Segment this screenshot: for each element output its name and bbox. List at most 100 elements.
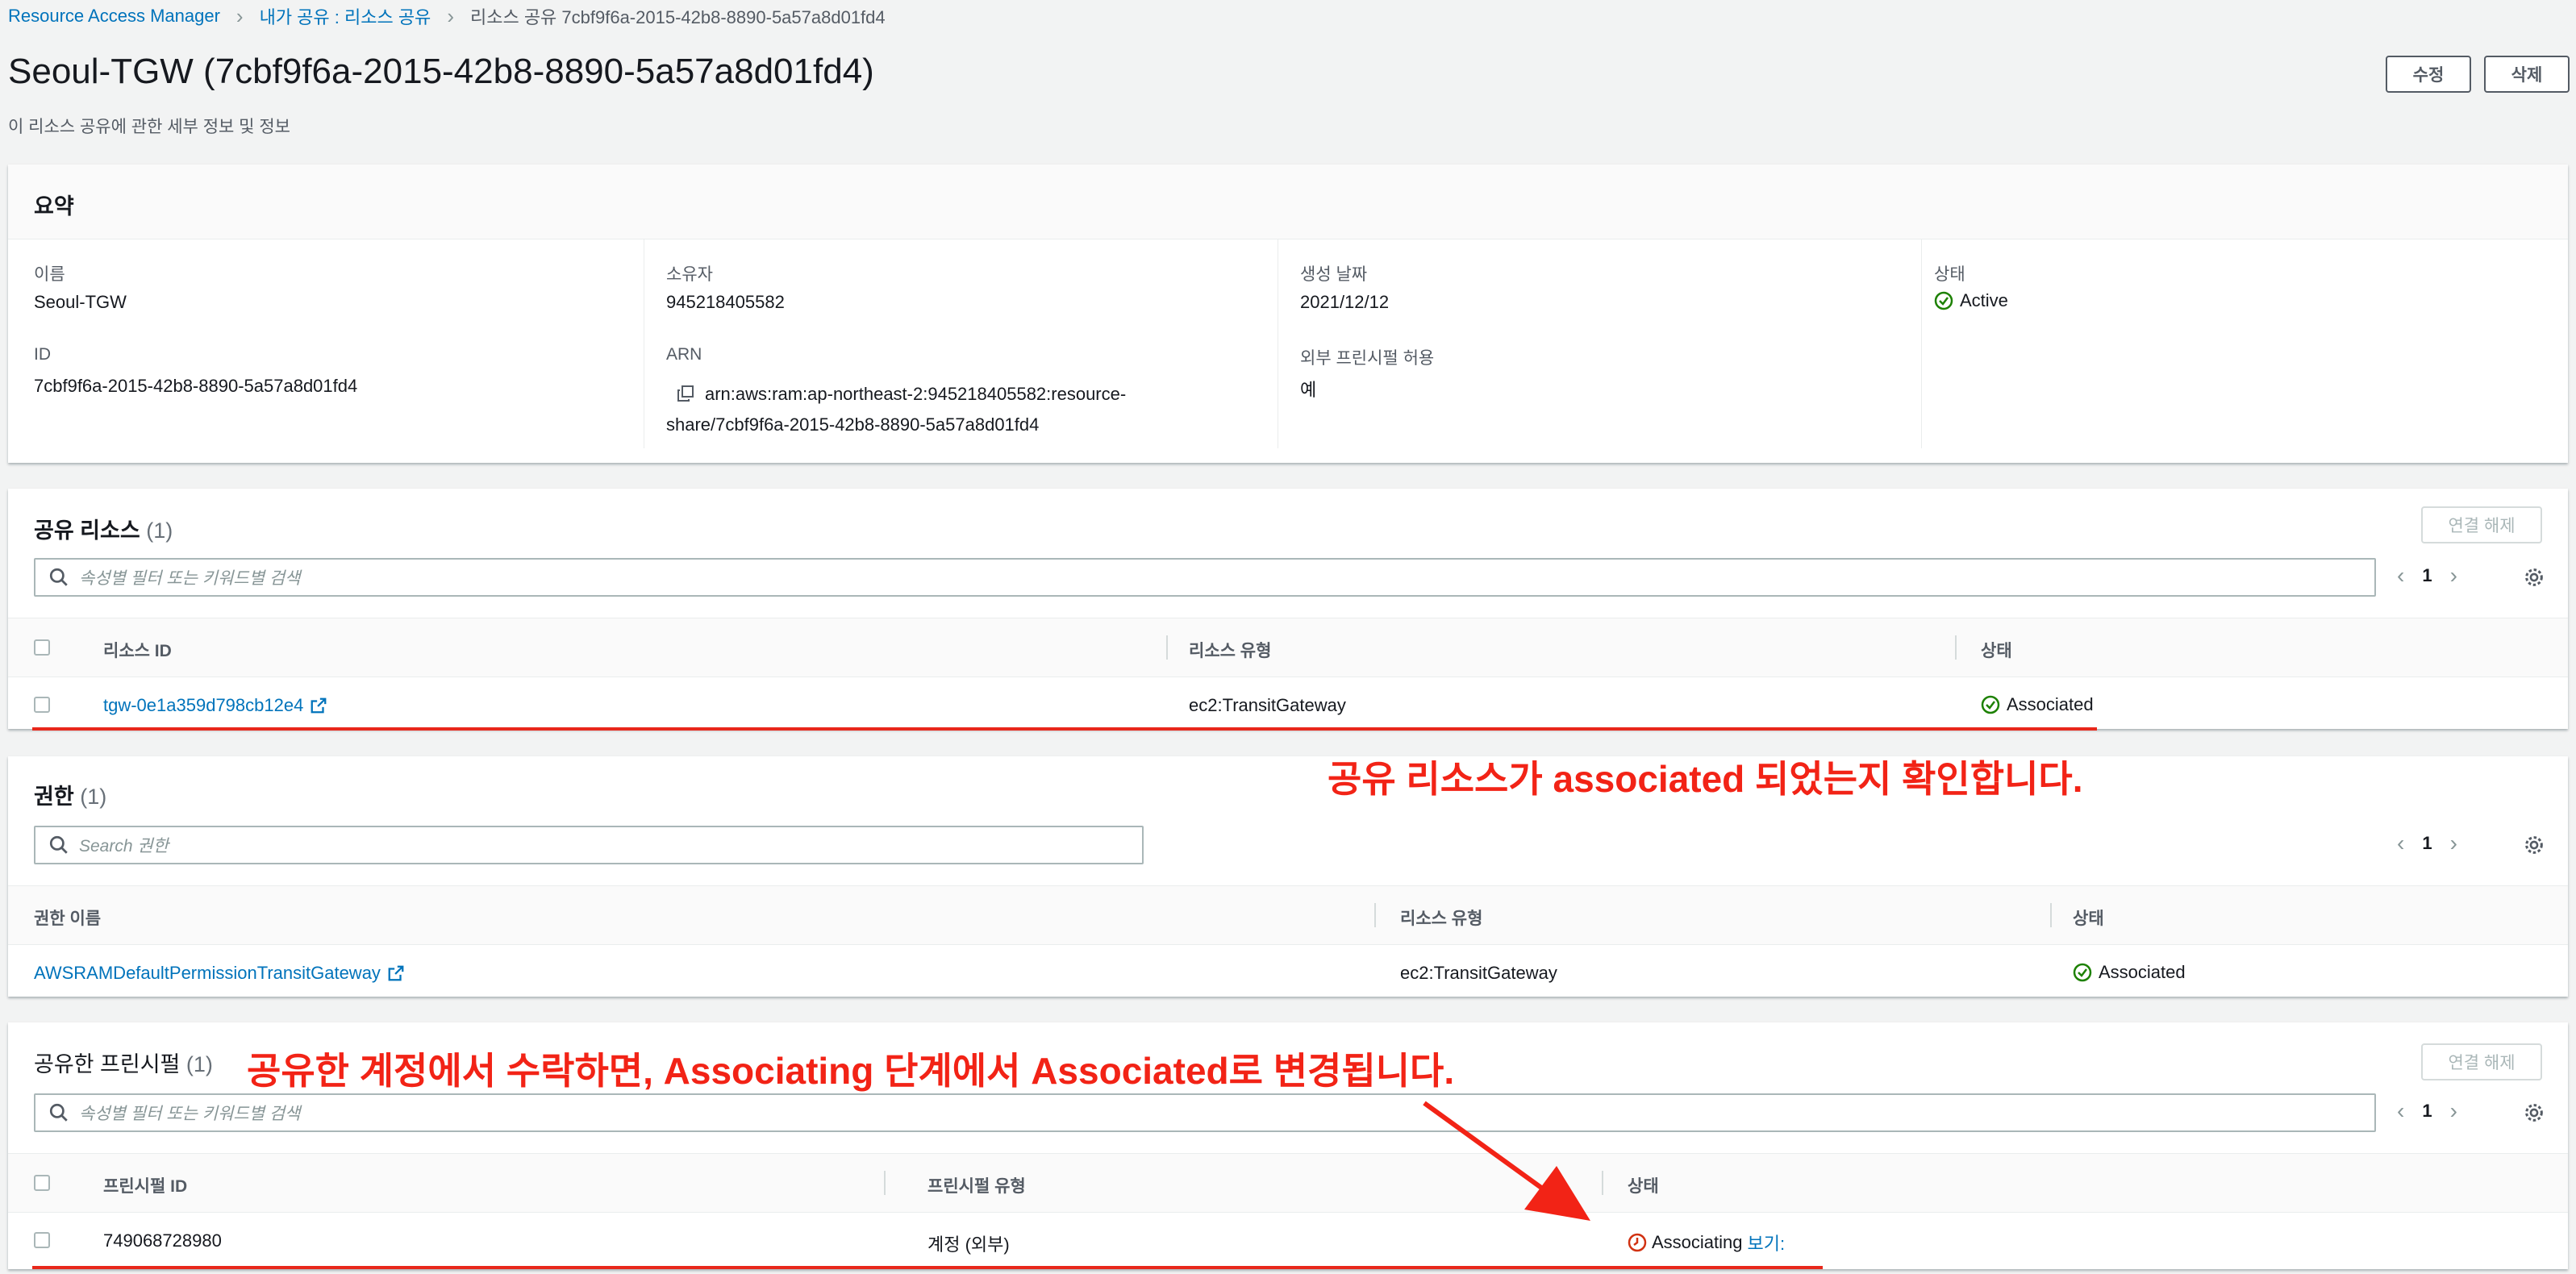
arn-label: ARN [666,345,702,364]
view-details-link[interactable]: 보기: [1748,1230,1786,1255]
divider [1921,239,1922,448]
search-icon [49,835,68,854]
column-header[interactable]: 상태 [1981,638,2012,662]
name-label: 이름 [34,265,65,284]
column-header[interactable]: 리소스 유형 [1189,638,1271,662]
edit-button[interactable]: 수정 [2386,56,2471,93]
status-badge: Associated [2073,962,2186,983]
resource-type: ec2:TransitGateway [1189,695,1346,715]
search-icon [49,568,68,586]
external-principal-value: 예 [1300,380,1317,400]
owner-label: 소유자 [666,265,713,284]
permissions-title: 권한 (1) [34,785,107,809]
external-principal-label: 외부 프린시펄 허용 [1300,349,1435,368]
next-page-icon[interactable]: › [2432,563,2475,589]
next-page-icon[interactable]: › [2432,831,2475,856]
highlight-underline [32,727,2097,731]
table-header: 권한 이름 리소스 유형 상태 [8,885,2568,945]
previous-page-icon[interactable]: ‹ [2379,831,2422,856]
breadcrumb: Resource Access Manager › 내가 공유 : 리소스 공유… [8,3,886,29]
column-header[interactable]: 상태 [2073,906,2104,930]
breadcrumb-root-link[interactable]: Resource Access Manager [8,6,220,27]
copy-icon[interactable] [676,384,695,407]
next-page-icon[interactable]: › [2432,1098,2475,1124]
column-divider [1374,903,1376,927]
pagination: ‹ 1 › [2379,563,2475,589]
select-all-checkbox[interactable] [34,639,50,656]
status-badge: Associated [1981,694,2094,715]
summary-title: 요약 [34,194,74,219]
search-icon [49,1103,68,1122]
disassociate-button[interactable]: 연결 해제 [2421,506,2542,543]
column-divider [1166,635,1168,660]
summary-panel: 요약 이름 Seoul-TGW ID 7cbf9f6a-2015-42b8-88… [8,164,2568,463]
check-circle-icon [1981,695,2000,714]
shared-resources-panel: 공유 리소스 (1) 연결 해제 속성별 필터 또는 키워드별 검색 ‹ 1 ›… [8,489,2568,731]
resource-id-link[interactable]: tgw-0e1a359d798cb12e4 [103,695,327,716]
previous-page-icon[interactable]: ‹ [2379,1098,2422,1124]
check-circle-icon [2073,963,2092,982]
column-header[interactable]: 프린시펄 유형 [927,1173,1026,1197]
arn-value-line2: share/7cbf9f6a-2015-42b8-8890-5a57a8d01f… [666,414,1040,435]
shared-resources-title: 공유 리소스 (1) [34,518,173,543]
created-value: 2021/12/12 [1300,292,1390,312]
permission-name-link[interactable]: AWSRAMDefaultPermissionTransitGateway [34,963,405,984]
status-value: Active [1960,290,2008,310]
created-label: 생성 날짜 [1300,265,1368,284]
id-value: 7cbf9f6a-2015-42b8-8890-5a57a8d01fd4 [34,376,358,396]
previous-page-icon[interactable]: ‹ [2379,563,2422,589]
arn-value-line1: arn:aws:ram:ap-northeast-2:945218405582:… [705,384,1127,404]
pagination: ‹ 1 › [2379,1098,2475,1124]
owner-value: 945218405582 [666,292,785,312]
page-title: Seoul-TGW (7cbf9f6a-2015-42b8-8890-5a57a… [8,52,874,91]
column-divider [884,1171,886,1195]
external-link-icon [311,697,327,714]
column-header[interactable]: 리소스 유형 [1400,906,1482,930]
summary-header: 요약 [8,164,2568,239]
breadcrumb-parent-link[interactable]: 내가 공유 : 리소스 공유 [260,3,431,29]
row-checkbox[interactable] [34,697,50,713]
principal-annotation: 공유한 계정에서 수락하면, Associating 단계에서 Associat… [247,1050,1455,1092]
page-subtitle: 이 리소스 공유에 관한 세부 정보 및 정보 [8,118,290,136]
gear-icon[interactable] [2523,1101,2545,1128]
chevron-right-icon: › [447,3,454,28]
principal-search-input[interactable]: 속성별 필터 또는 키워드별 검색 [34,1093,2376,1132]
principal-type: 계정 (외부) [927,1234,1010,1255]
permission-search-input[interactable]: Search 권한 [34,826,1144,864]
status-badge: Active [1934,290,2008,311]
id-label: ID [34,345,51,364]
gear-icon[interactable] [2523,834,2545,860]
select-all-checkbox[interactable] [34,1175,50,1191]
check-circle-icon [1934,291,1953,310]
row-checkbox[interactable] [34,1232,50,1248]
column-header[interactable]: 프린시펄 ID [103,1173,187,1197]
breadcrumb-current: 리소스 공유 7cbf9f6a-2015-42b8-8890-5a57a8d01… [469,7,886,27]
resource-annotation: 공유 리소스가 associated 되었는지 확인합니다. [1328,758,2083,800]
page-number[interactable]: 1 [2422,565,2432,586]
gear-icon[interactable] [2523,566,2545,593]
column-divider [2050,903,2052,927]
external-link-icon [388,965,404,981]
page-number[interactable]: 1 [2422,1101,2432,1122]
column-header[interactable]: 상태 [1628,1173,1659,1197]
page-number[interactable]: 1 [2422,833,2432,854]
column-divider [1955,635,1957,660]
permissions-panel: 권한 (1) Search 권한 ‹ 1 › 권한 이름 리소스 유형 상태 A… [8,756,2568,997]
column-divider [1602,1171,1603,1195]
column-header[interactable]: 권한 이름 [34,906,101,930]
principal-id: 749068728980 [103,1230,222,1251]
status-badge: Associating 보기: [1628,1230,1785,1255]
table-header: 프린시펄 ID 프린시펄 유형 상태 [8,1153,2568,1213]
permission-resource-type: ec2:TransitGateway [1400,963,1557,983]
pagination: ‹ 1 › [2379,831,2475,856]
arrow-icon [1423,1101,1590,1221]
clock-icon [1628,1233,1647,1252]
highlight-underline [32,1266,1823,1269]
status-label: 상태 [1934,265,1965,284]
column-header[interactable]: 리소스 ID [103,638,172,662]
principals-title: 공유한 프린시펄 (1) [34,1052,213,1076]
disassociate-button[interactable]: 연결 해제 [2421,1043,2542,1080]
delete-button[interactable]: 삭제 [2484,56,2570,93]
resource-search-input[interactable]: 속성별 필터 또는 키워드별 검색 [34,558,2376,597]
chevron-right-icon: › [236,3,244,28]
